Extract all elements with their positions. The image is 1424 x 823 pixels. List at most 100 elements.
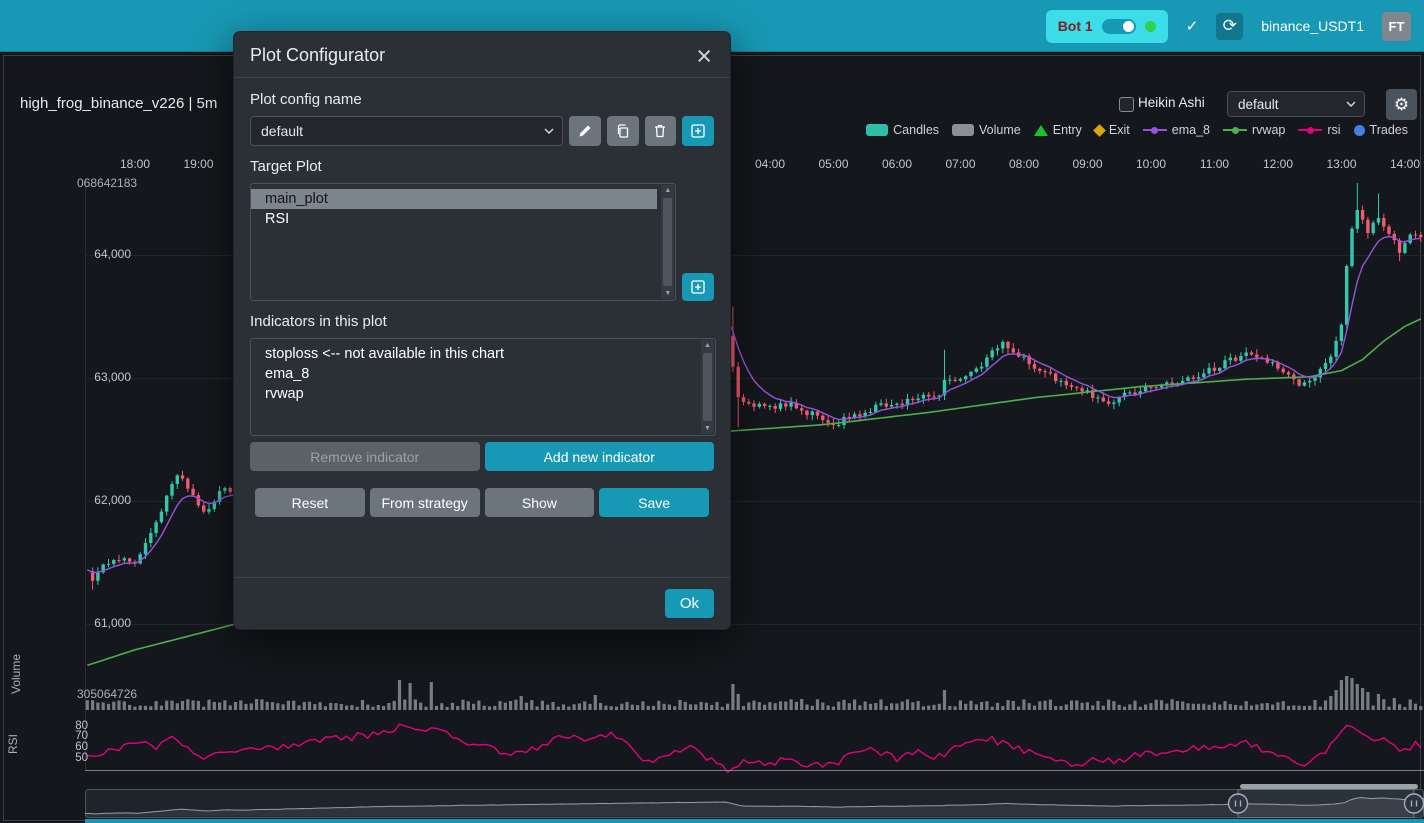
refresh-icon[interactable]: ⟳ bbox=[1216, 13, 1243, 40]
indicator-list[interactable]: stoploss <-- not available in this chart… bbox=[250, 338, 716, 436]
gear-icon[interactable]: ⚙ bbox=[1386, 89, 1417, 120]
target-plot-option[interactable]: RSI bbox=[251, 209, 657, 229]
chart-legend: Candles Volume Entry Exit ema_8 rvwap rsi Trade… bbox=[866, 123, 1408, 137]
config-name-row: default bbox=[250, 116, 714, 146]
legend-marker bbox=[866, 124, 888, 136]
legend-label: Candles bbox=[893, 123, 939, 137]
duplicate-config-button[interactable] bbox=[607, 116, 639, 146]
scroll-up-icon[interactable]: ▲ bbox=[664, 187, 671, 194]
trash-icon bbox=[652, 123, 668, 139]
legend-item-entry[interactable]: Entry bbox=[1034, 123, 1082, 137]
ok-button[interactable]: Ok bbox=[665, 589, 714, 618]
show-button[interactable]: Show bbox=[485, 488, 595, 517]
bot-toggle[interactable] bbox=[1102, 19, 1136, 34]
plot-config-header-select[interactable]: default bbox=[1227, 91, 1365, 117]
plot-configurator-modal: Plot Configurator × Plot config name def… bbox=[233, 31, 731, 630]
legend-item-candles[interactable]: Candles bbox=[866, 123, 939, 137]
datazoom-left-handle[interactable] bbox=[1229, 794, 1248, 813]
target-plot-label: Target Plot bbox=[250, 158, 714, 175]
target-plot-option[interactable]: main_plot bbox=[251, 189, 657, 209]
scroll-down-icon[interactable]: ▼ bbox=[704, 425, 711, 432]
scroll-up-icon[interactable]: ▲ bbox=[704, 342, 711, 349]
add-config-button[interactable] bbox=[682, 116, 714, 146]
legend-label: ema_8 bbox=[1172, 123, 1210, 137]
plot-config-select[interactable]: default bbox=[250, 116, 563, 146]
datazoom-navigator[interactable] bbox=[85, 784, 1424, 823]
legend-marker bbox=[1093, 124, 1106, 137]
pair-label: binance_USDT1 bbox=[1261, 18, 1364, 34]
freqtrade-logo[interactable]: FT bbox=[1382, 12, 1411, 41]
scrollbar[interactable]: ▲ ▼ bbox=[661, 185, 674, 299]
legend-label: Entry bbox=[1053, 123, 1082, 137]
legend-label: Exit bbox=[1109, 123, 1130, 137]
delete-config-button[interactable] bbox=[645, 116, 677, 146]
bot-ok-icon: ✓ bbox=[1186, 17, 1199, 35]
scroll-down-icon[interactable]: ▼ bbox=[664, 290, 671, 297]
datazoom-filler-bar bbox=[85, 819, 1424, 823]
legend-marker bbox=[1143, 125, 1167, 136]
indicator-buttons-row: Remove indicator Add new indicator bbox=[250, 442, 714, 471]
legend-marker bbox=[952, 124, 974, 136]
modal-body: Plot config name default bbox=[234, 78, 730, 577]
rsi-line bbox=[87, 724, 1421, 773]
legend-item-exit[interactable]: Exit bbox=[1095, 123, 1130, 137]
legend-item-ema_8[interactable]: ema_8 bbox=[1143, 123, 1210, 137]
legend-item-rvwap[interactable]: rvwap bbox=[1223, 123, 1285, 137]
bot-online-dot bbox=[1145, 21, 1156, 32]
copy-icon bbox=[615, 123, 631, 139]
modal-header: Plot Configurator × bbox=[234, 32, 730, 78]
scrollbar-thumb[interactable] bbox=[703, 353, 712, 421]
datazoom-window[interactable] bbox=[1238, 790, 1414, 818]
plot-config-header-select-value: default bbox=[1238, 97, 1279, 112]
legend-marker bbox=[1034, 125, 1048, 136]
target-plot-row: main_plotRSI ▲ ▼ bbox=[250, 183, 714, 301]
config-actions-row: Reset From strategy Show Save bbox=[255, 488, 709, 517]
indicator-option[interactable]: ema_8 bbox=[251, 364, 697, 384]
legend-label: rvwap bbox=[1252, 123, 1285, 137]
legend-label: Trades bbox=[1370, 123, 1408, 137]
save-button[interactable]: Save bbox=[599, 488, 709, 517]
legend-marker bbox=[1354, 125, 1365, 136]
remove-indicator-button[interactable]: Remove indicator bbox=[250, 442, 480, 471]
modal-footer: Ok bbox=[234, 577, 730, 629]
heikin-ashi-label: Heikin Ashi bbox=[1138, 95, 1205, 110]
legend-item-trades[interactable]: Trades bbox=[1354, 123, 1408, 137]
legend-label: Volume bbox=[979, 123, 1021, 137]
navbar-right-cluster: Bot 1 ✓ ⟳ binance_USDT1 FT bbox=[1046, 9, 1411, 43]
chart-hscrollbar[interactable] bbox=[1240, 784, 1418, 789]
target-plot-list[interactable]: main_plotRSI ▲ ▼ bbox=[250, 183, 676, 301]
edit-config-button[interactable] bbox=[569, 116, 601, 146]
volume-bars bbox=[86, 676, 1423, 710]
add-new-indicator-button[interactable]: Add new indicator bbox=[485, 442, 715, 471]
plot-config-name-label: Plot config name bbox=[250, 91, 714, 108]
bot-selector-chip[interactable]: Bot 1 bbox=[1046, 10, 1168, 43]
heikin-ashi-checkbox[interactable] bbox=[1119, 97, 1134, 112]
logo-text: FT bbox=[1389, 19, 1405, 34]
plus-square-icon bbox=[690, 123, 706, 139]
from-strategy-button[interactable]: From strategy bbox=[370, 488, 480, 517]
reset-button[interactable]: Reset bbox=[255, 488, 365, 517]
refresh-glyph: ⟳ bbox=[1223, 16, 1237, 36]
scrollbar[interactable]: ▲ ▼ bbox=[701, 340, 714, 434]
gear-glyph: ⚙ bbox=[1394, 95, 1409, 115]
indicator-option[interactable]: rvwap bbox=[251, 384, 697, 404]
freqtrade-app: 18:0019:0020:0021:0022:0023:0000:0001:00… bbox=[0, 0, 1424, 823]
bot-name-label: Bot 1 bbox=[1058, 18, 1093, 34]
legend-item-volume[interactable]: Volume bbox=[952, 123, 1021, 137]
legend-marker bbox=[1298, 125, 1322, 136]
close-icon[interactable]: × bbox=[696, 46, 712, 66]
pencil-icon bbox=[577, 123, 593, 139]
indicators-label: Indicators in this plot bbox=[250, 313, 714, 330]
toggle-knob bbox=[1123, 21, 1134, 32]
modal-title: Plot Configurator bbox=[250, 45, 385, 66]
chart-title: high_frog_binance_v226 | 5m bbox=[20, 95, 217, 112]
add-plot-button[interactable] bbox=[682, 273, 714, 301]
plot-config-select-value: default bbox=[261, 123, 303, 139]
legend-label: rsi bbox=[1327, 123, 1340, 137]
legend-item-rsi[interactable]: rsi bbox=[1298, 123, 1340, 137]
plus-square-icon bbox=[690, 279, 706, 295]
datazoom-right-handle[interactable] bbox=[1405, 794, 1424, 813]
scrollbar-thumb[interactable] bbox=[663, 198, 672, 286]
indicator-option[interactable]: stoploss <-- not available in this chart bbox=[251, 344, 697, 364]
chevron-down-icon bbox=[1346, 101, 1356, 107]
